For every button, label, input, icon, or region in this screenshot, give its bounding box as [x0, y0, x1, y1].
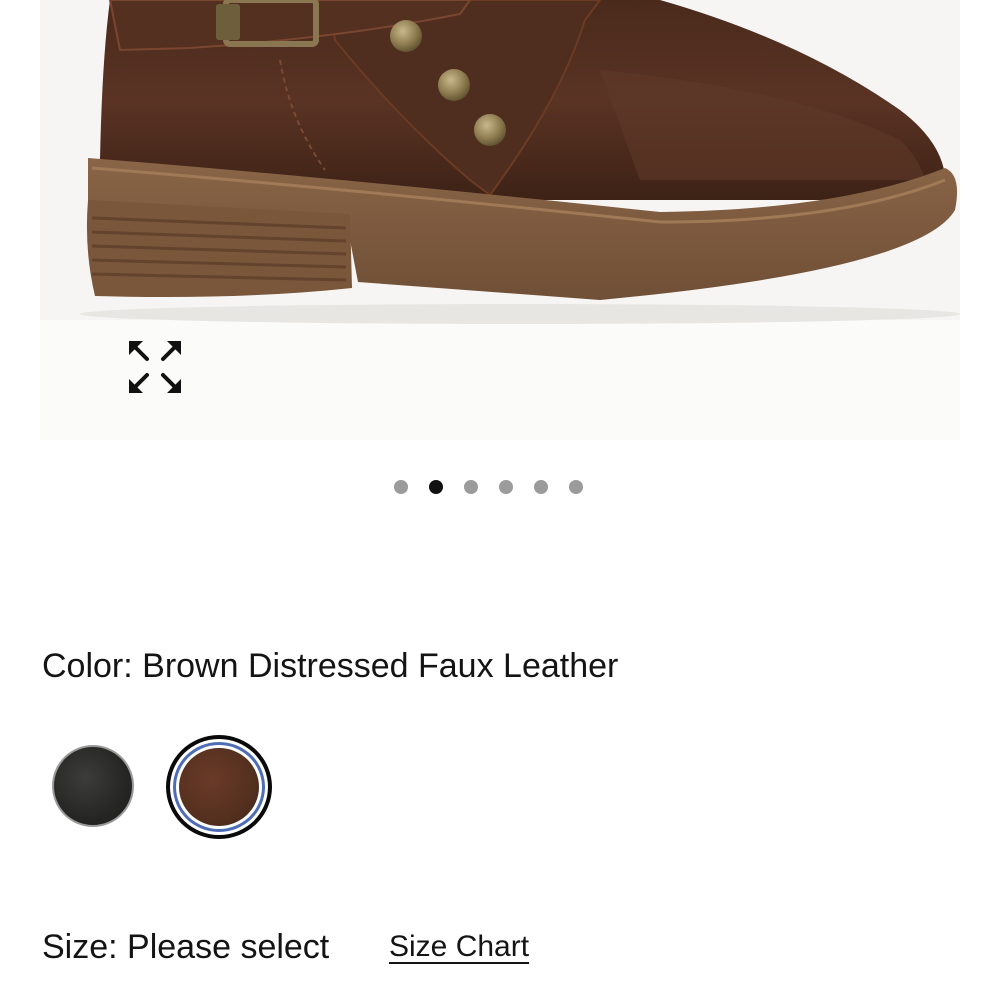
expand-arrows-icon [129, 341, 181, 393]
carousel-pagination [394, 480, 583, 494]
product-image[interactable] [40, 0, 960, 440]
product-detail-page: Color: Brown Distressed Faux Leather Siz… [0, 0, 1000, 1000]
size-label: Size: Please select [42, 928, 330, 966]
expand-image-button[interactable] [126, 338, 184, 396]
color-swatch-black[interactable] [52, 745, 134, 827]
carousel-dot[interactable] [499, 480, 513, 494]
carousel-dot-active[interactable] [429, 480, 443, 494]
carousel-dot[interactable] [534, 480, 548, 494]
boot-image [80, 0, 960, 324]
selected-ring [173, 742, 265, 832]
color-swatch-brown [179, 748, 259, 826]
size-chart-link[interactable]: Size Chart [389, 928, 529, 966]
carousel-dot[interactable] [394, 480, 408, 494]
carousel-dot[interactable] [464, 480, 478, 494]
carousel-dot[interactable] [569, 480, 583, 494]
color-swatch-brown-selected[interactable] [166, 735, 272, 839]
color-label: Color: Brown Distressed Faux Leather [42, 647, 619, 685]
